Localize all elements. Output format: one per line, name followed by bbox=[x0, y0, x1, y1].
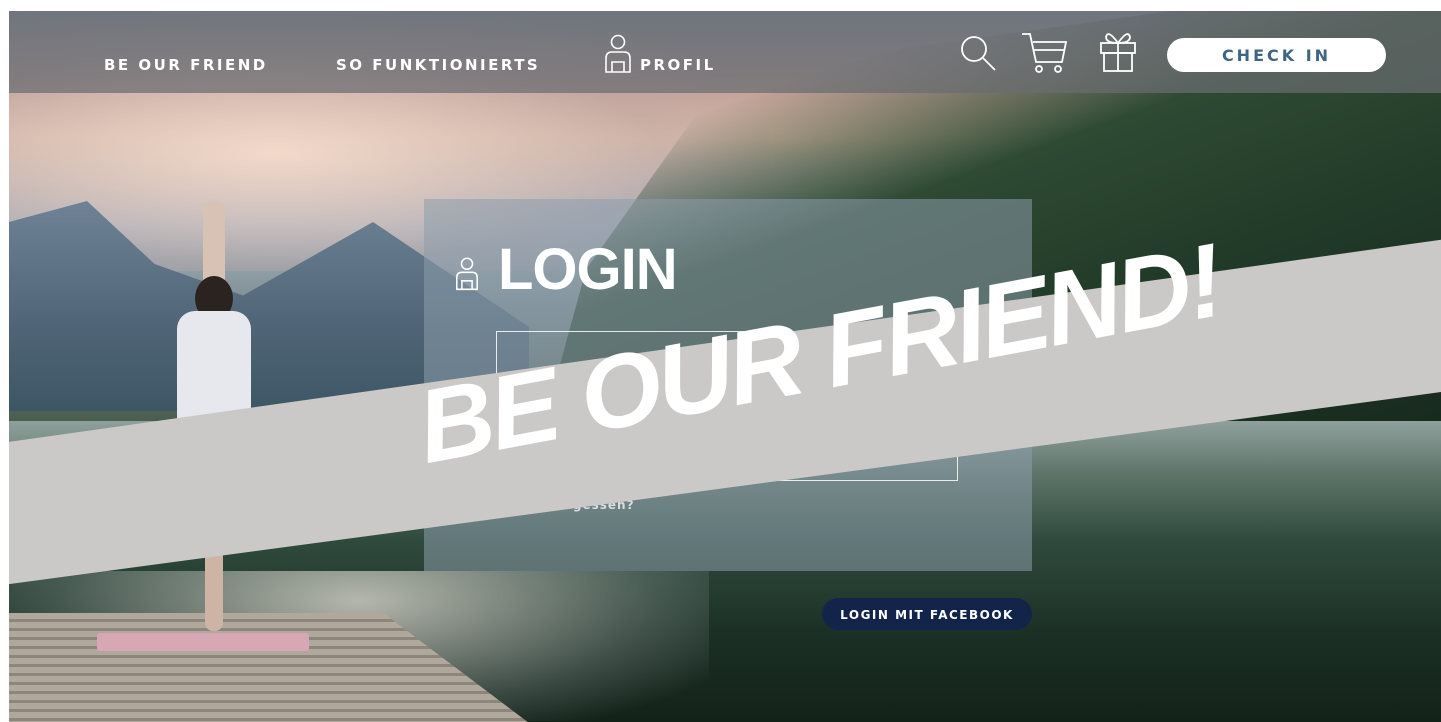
person-leg bbox=[205, 501, 223, 631]
yoga-person bbox=[169, 201, 259, 631]
login-form-fields[interactable] bbox=[496, 331, 958, 481]
nav-link-profil[interactable]: PROFIL bbox=[640, 56, 716, 74]
nav-link-be-our-friend[interactable]: BE OUR FRIEND bbox=[104, 56, 268, 74]
forgot-password-link[interactable]: vergessen? bbox=[548, 498, 635, 512]
gift-icon[interactable] bbox=[1098, 27, 1138, 77]
login-title: LOGIN bbox=[498, 237, 678, 302]
nav-link-so-funktionierts[interactable]: SO FUNKTIONIERTS bbox=[336, 56, 540, 74]
facebook-login-button[interactable]: LOGIN MIT FACEBOOK bbox=[822, 598, 1032, 630]
check-in-button[interactable]: CHECK IN bbox=[1167, 38, 1386, 72]
login-user-icon bbox=[455, 257, 479, 295]
yoga-mat bbox=[97, 633, 309, 651]
search-icon[interactable] bbox=[958, 33, 998, 77]
person-torso bbox=[177, 311, 251, 511]
cart-icon[interactable] bbox=[1020, 30, 1070, 78]
user-icon[interactable] bbox=[604, 34, 632, 78]
